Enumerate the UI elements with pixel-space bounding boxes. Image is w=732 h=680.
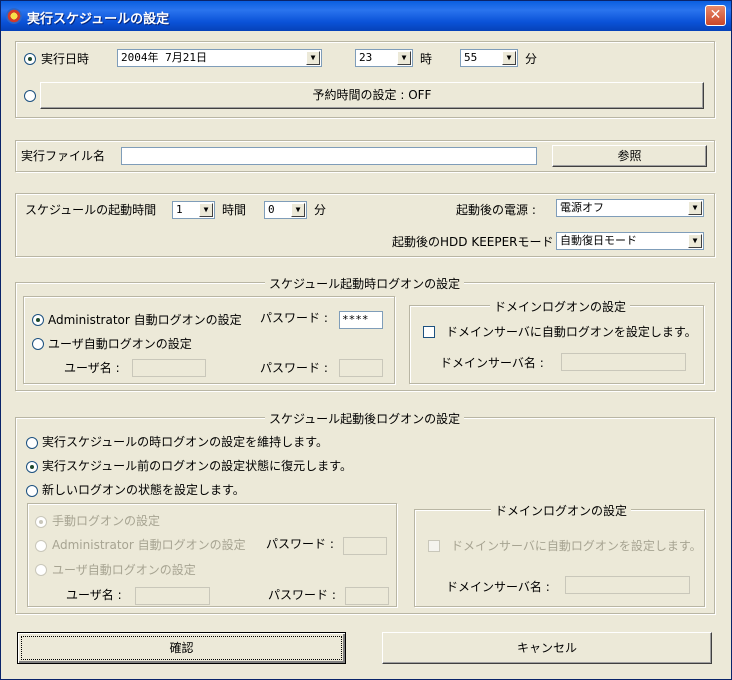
app-icon <box>6 8 22 24</box>
password-input[interactable]: **** <box>339 311 383 329</box>
chevron-down-icon[interactable]: ▼ <box>199 203 213 217</box>
hour-unit: 時 <box>420 52 433 66</box>
domain-server-label: ドメインサーバ名 : <box>440 356 544 370</box>
title-bar[interactable]: 実行スケジュールの設定 ✕ <box>1 1 731 31</box>
exec-file-input[interactable] <box>121 147 537 165</box>
exec-datetime-radio[interactable] <box>24 53 36 65</box>
user-auto-radio[interactable] <box>32 338 44 350</box>
after-password-input[interactable] <box>343 537 387 555</box>
domain-logon-after-title: ドメインログオンの設定 <box>491 502 632 519</box>
domain-logon-start-box: ドメインログオンの設定 <box>409 298 704 384</box>
browse-button[interactable]: 参照 <box>552 145 707 167</box>
chevron-down-icon[interactable]: ▼ <box>397 51 411 65</box>
domain-server-input[interactable] <box>561 353 686 371</box>
username-input[interactable] <box>132 359 206 377</box>
minute-combo[interactable]: 55 ▼ <box>460 49 518 67</box>
hdd-mode-label: 起動後のHDD KEEPERモード : <box>392 235 562 249</box>
keep-logon-radio[interactable] <box>26 437 38 449</box>
after-password2-label: パスワード : <box>268 588 336 602</box>
new-logon-label: 新しいログオンの状態を設定します。 <box>42 483 245 497</box>
admin-auto-label: Administrator 自動ログオンの設定 <box>48 313 242 327</box>
logon-start-title: スケジュール起動時ログオンの設定 <box>265 275 465 292</box>
hdd-mode-combo[interactable]: 自動復日モード ▼ <box>556 232 704 250</box>
chevron-down-icon[interactable]: ▼ <box>502 51 516 65</box>
restore-logon-radio[interactable] <box>26 461 38 473</box>
after-domain-auto-label: ドメインサーバに自動ログオンを設定します。 <box>451 539 702 553</box>
reserve-time-button[interactable]: 予約時間の設定 : OFF <box>40 82 704 109</box>
keep-logon-label: 実行スケジュールの時ログオンの設定を維持します。 <box>42 435 328 449</box>
after-domain-server-label: ドメインサーバ名 : <box>446 580 550 594</box>
exec-file-label: 実行ファイル名 <box>21 149 106 163</box>
after-domain-auto-checkbox[interactable] <box>428 540 440 552</box>
date-value: 2004年 7月21日 <box>121 51 207 64</box>
date-combo[interactable]: 2004年 7月21日 ▼ <box>117 49 322 67</box>
new-logon-radio[interactable] <box>26 485 38 497</box>
schedule-start-label: スケジュールの起動時間 <box>25 203 157 217</box>
username-label: ユーザ名 : <box>64 361 120 375</box>
manual-logon-radio[interactable] <box>35 516 47 528</box>
power-value: 電源オフ <box>560 201 604 214</box>
after-username-input[interactable] <box>135 587 210 605</box>
domain-auto-label: ドメインサーバに自動ログオンを設定します。 <box>446 325 697 339</box>
exec-datetime-label: 実行日時 <box>41 52 90 66</box>
schedule-dialog: 実行スケジュールの設定 ✕ 実行日時 2004年 7月21日 ▼ 23 ▼ 時 … <box>0 0 732 680</box>
after-domain-server-input[interactable] <box>565 576 690 594</box>
power-label: 起動後の電源 : <box>456 203 536 217</box>
after-username-label: ユーザ名 : <box>66 588 122 602</box>
after-admin-auto-radio[interactable] <box>35 540 47 552</box>
chevron-down-icon[interactable]: ▼ <box>688 201 702 215</box>
close-icon[interactable]: ✕ <box>705 5 726 26</box>
restore-logon-label: 実行スケジュール前のログオンの設定状態に復元します。 <box>42 459 352 473</box>
after-password-label: パスワード : <box>266 537 334 551</box>
user-auto-label: ユーザ自動ログオンの設定 <box>48 337 192 351</box>
hdd-mode-value: 自動復日モード <box>560 234 637 247</box>
ok-button[interactable]: 確認 <box>17 632 346 664</box>
minute-unit: 分 <box>525 52 538 66</box>
after-user-auto-radio[interactable] <box>35 564 47 576</box>
domain-auto-checkbox[interactable] <box>423 326 435 338</box>
chevron-down-icon[interactable]: ▼ <box>291 203 305 217</box>
start-hours-combo[interactable]: 1 ▼ <box>172 201 215 219</box>
start-hours-unit: 時間 <box>222 203 247 217</box>
after-password2-input[interactable] <box>345 587 389 605</box>
start-minutes-combo[interactable]: 0 ▼ <box>264 201 307 219</box>
admin-auto-radio[interactable] <box>32 314 44 326</box>
power-combo[interactable]: 電源オフ ▼ <box>556 199 704 217</box>
chevron-down-icon[interactable]: ▼ <box>688 234 702 248</box>
start-minutes-unit: 分 <box>314 203 327 217</box>
chevron-down-icon[interactable]: ▼ <box>306 51 320 65</box>
cancel-button[interactable]: キャンセル <box>382 632 712 664</box>
logon-after-title: スケジュール起動後ログオンの設定 <box>265 410 465 427</box>
after-admin-auto-label: Administrator 自動ログオンの設定 <box>52 538 246 552</box>
manual-logon-label: 手動ログオンの設定 <box>52 514 161 528</box>
after-user-auto-label: ユーザ自動ログオンの設定 <box>52 563 196 577</box>
password2-label: パスワード : <box>260 361 328 375</box>
window-title: 実行スケジュールの設定 <box>27 12 170 27</box>
reserve-radio[interactable] <box>24 90 36 102</box>
hour-combo[interactable]: 23 ▼ <box>355 49 413 67</box>
domain-logon-start-title: ドメインログオンの設定 <box>490 298 631 315</box>
password2-input[interactable] <box>339 359 383 377</box>
password-label: パスワード : <box>260 311 328 325</box>
